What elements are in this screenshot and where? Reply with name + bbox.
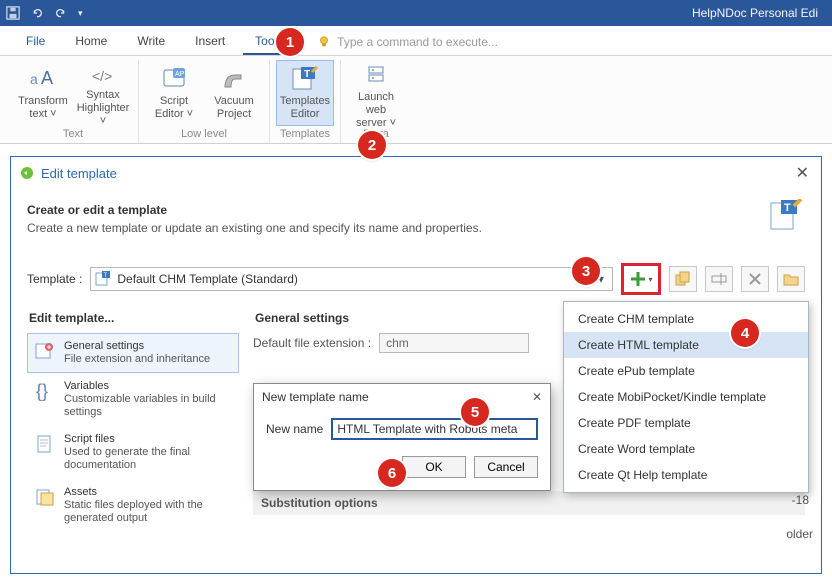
app-title: HelpNDoc Personal Edi <box>692 6 818 20</box>
tell-me-box[interactable]: Type a command to execute... <box>313 33 506 53</box>
menu-item-chm[interactable]: Create CHM template <box>564 306 808 332</box>
header-template-icon: T <box>769 199 803 233</box>
close-icon[interactable]: ✕ <box>792 163 813 183</box>
svg-text:a: a <box>30 71 38 87</box>
sidebar-item-variables[interactable]: {} VariablesCustomizable variables in bu… <box>27 373 239 426</box>
template-select[interactable]: T Default CHM Template (Standard) ▾ <box>90 267 613 291</box>
close-icon[interactable]: ✕ <box>532 390 542 404</box>
title-bar: ▾ HelpNDoc Personal Edi <box>0 0 832 26</box>
intro-title: Create or edit a template <box>27 203 805 217</box>
menu-item-mobi[interactable]: Create MobiPocket/Kindle template <box>564 384 808 410</box>
callout-2: 2 <box>358 131 386 159</box>
sidebar-heading: Edit template... <box>29 311 239 325</box>
svg-text:{}: {} <box>36 381 48 401</box>
ribbon-group-extra: Launch web server ˅ Extra <box>341 60 411 143</box>
ribbon: aA Transform text ˅ </> Syntax Highlight… <box>0 56 832 144</box>
script-file-icon <box>34 433 56 455</box>
sidebar-item-scripts[interactable]: Script filesUsed to generate the final d… <box>27 426 239 479</box>
bulb-icon <box>317 35 331 49</box>
panel-title: Edit template <box>41 166 117 181</box>
templates-editor-button[interactable]: T Templates Editor <box>276 60 334 126</box>
default-ext-input[interactable] <box>379 333 529 353</box>
ribbon-group-label: Low level <box>181 126 227 143</box>
menu-item-word[interactable]: Create Word template <box>564 436 808 462</box>
svg-text:T: T <box>784 202 791 214</box>
sidebar-item-general[interactable]: General settingsFile extension and inher… <box>27 333 239 373</box>
undo-icon[interactable] <box>30 6 44 20</box>
callout-5: 5 <box>461 398 489 426</box>
save-icon[interactable] <box>6 6 20 20</box>
create-template-menu: Create CHM template Create HTML template… <box>563 301 809 493</box>
server-icon <box>360 65 392 89</box>
duplicate-template-button[interactable] <box>669 266 697 292</box>
substitution-heading: Substitution options <box>253 491 805 515</box>
ribbon-group-lowlevel: API Script Editor ˅ Vacuum Project Low l… <box>139 60 270 143</box>
rename-template-button[interactable] <box>705 266 733 292</box>
template-select-value: Default CHM Template (Standard) <box>117 272 298 286</box>
svg-text:T: T <box>304 69 310 80</box>
syntax-icon: </> <box>87 65 119 87</box>
callout-6: 6 <box>378 459 406 487</box>
menu-item-pdf[interactable]: Create PDF template <box>564 410 808 436</box>
callout-3: 3 <box>572 257 600 285</box>
svg-text:A: A <box>41 68 53 88</box>
ok-button[interactable]: OK <box>402 456 466 478</box>
vacuum-icon <box>218 65 250 93</box>
svg-text:</>: </> <box>92 68 112 84</box>
add-template-button[interactable]: ▾ <box>621 263 661 295</box>
dialog-title: New template name <box>262 390 369 404</box>
vacuum-project-button[interactable]: Vacuum Project <box>205 60 263 126</box>
sidebar-item-assets[interactable]: AssetsStatic files deployed with the gen… <box>27 479 239 532</box>
braces-icon: {} <box>34 380 56 402</box>
launch-web-server-button[interactable]: Launch web server ˅ <box>347 60 405 126</box>
fragment-text: older <box>786 527 813 541</box>
script-editor-icon: API <box>158 65 190 93</box>
menu-item-html[interactable]: Create HTML template <box>564 332 808 358</box>
syntax-highlighter-button[interactable]: </> Syntax Highlighter ˅ <box>74 60 132 126</box>
assets-icon <box>34 486 56 508</box>
tell-me-placeholder: Type a command to execute... <box>337 35 498 49</box>
new-name-label: New name <box>266 422 323 436</box>
ribbon-group-label: Templates <box>280 126 330 143</box>
transform-icon: aA <box>27 65 59 93</box>
callout-1: 1 <box>276 28 304 56</box>
menu-item-qthelp[interactable]: Create Qt Help template <box>564 462 808 488</box>
panel-icon <box>19 165 35 181</box>
ribbon-group-text: aA Transform text ˅ </> Syntax Highlight… <box>8 60 139 143</box>
new-name-input[interactable] <box>331 418 538 440</box>
tab-insert[interactable]: Insert <box>183 28 237 55</box>
script-editor-button[interactable]: API Script Editor ˅ <box>145 60 203 126</box>
ribbon-group-label: Text <box>63 126 83 143</box>
tab-file[interactable]: File <box>14 28 57 55</box>
tab-write[interactable]: Write <box>125 28 177 55</box>
svg-text:API: API <box>175 71 186 78</box>
templates-editor-icon: T <box>289 65 321 93</box>
default-ext-label: Default file extension : <box>253 336 371 350</box>
callout-4: 4 <box>731 319 759 347</box>
template-select-icon: T <box>95 271 111 287</box>
delete-template-button[interactable] <box>741 266 769 292</box>
qat-dropdown-icon[interactable]: ▾ <box>78 8 83 19</box>
ribbon-group-templates: T Templates Editor Templates <box>270 60 341 143</box>
menu-item-epub[interactable]: Create ePub template <box>564 358 808 384</box>
quick-access-toolbar: ▾ <box>6 6 83 20</box>
tab-home[interactable]: Home <box>63 28 119 55</box>
transform-text-button[interactable]: aA Transform text ˅ <box>14 60 72 126</box>
cancel-button[interactable]: Cancel <box>474 456 538 478</box>
redo-icon[interactable] <box>54 6 68 20</box>
settings-icon <box>34 340 56 362</box>
svg-text:T: T <box>104 273 108 279</box>
intro-desc: Create a new template or update an exist… <box>27 221 805 235</box>
fragment-text: -18 <box>792 493 809 507</box>
template-label: Template : <box>27 272 82 286</box>
open-folder-button[interactable] <box>777 266 805 292</box>
menu-bar: File Home Write Insert Tools Type a comm… <box>0 26 832 56</box>
